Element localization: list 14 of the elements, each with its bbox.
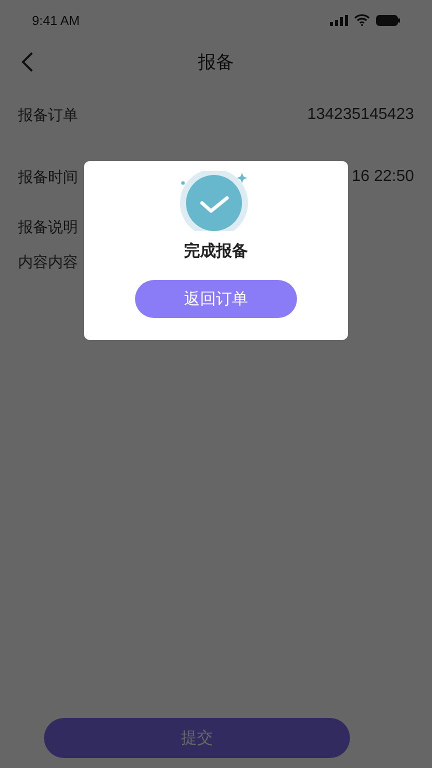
description-label: 报备说明 [18, 218, 79, 237]
battery-icon [376, 14, 400, 26]
dialog-title: 完成报备 [184, 241, 248, 262]
return-order-button[interactable]: 返回订单 [135, 280, 297, 318]
description-text: 内容内容 [18, 253, 79, 272]
row-value: 134235145423 [307, 106, 414, 124]
row-label: 报备时间 [18, 168, 78, 186]
back-icon[interactable] [20, 51, 34, 73]
row-label: 报备订单 [18, 106, 78, 124]
wifi-icon [354, 14, 370, 26]
signal-icon [330, 14, 348, 26]
status-time: 9:41 AM [32, 12, 80, 28]
row-value: 16 22:50 [352, 168, 414, 186]
page-title: 报备 [198, 51, 234, 74]
